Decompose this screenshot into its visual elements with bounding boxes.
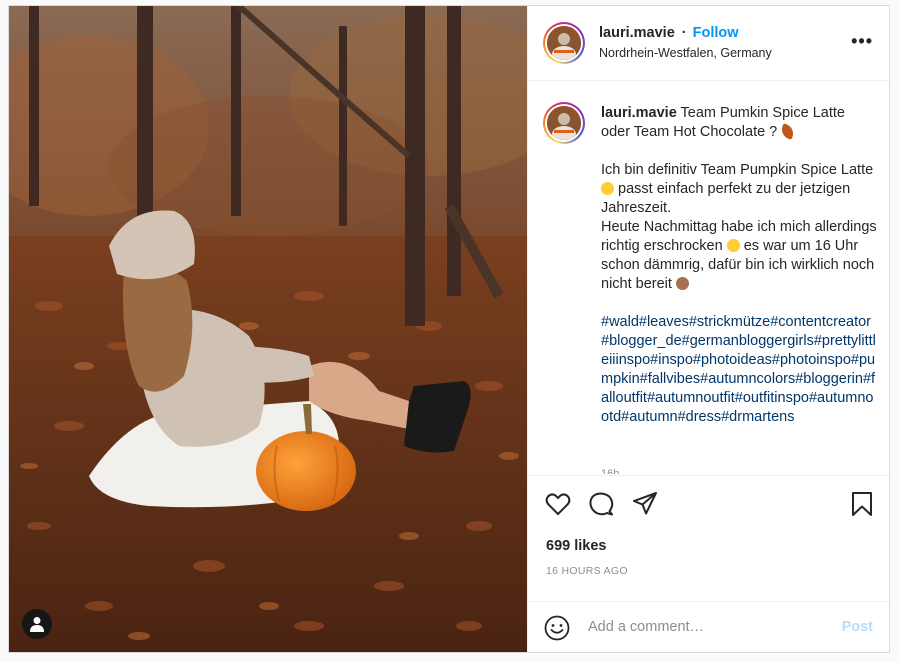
caption-paragraph-3: Heute Nachmittag habe ich mich allerding… <box>601 218 877 294</box>
post-comment-button[interactable]: Post <box>842 619 873 635</box>
avatar-image <box>547 26 581 60</box>
paper-plane-icon[interactable] <box>631 490 659 518</box>
avatar-ring <box>545 104 583 142</box>
post-caption: lauri.mavie Team Pumkin Spice Latte oder… <box>601 104 877 427</box>
header-line: lauri.mavie · Follow <box>599 25 739 41</box>
post-side-panel: lauri.mavie · Follow Nordrhein-Westfalen, … <box>527 6 889 652</box>
autumn-forest-photo <box>9 6 527 652</box>
monkey-emoji-icon <box>675 277 689 290</box>
rolling-eyes-emoji-icon <box>726 239 740 252</box>
post-timestamp[interactable]: 16 HOURS AGO <box>546 565 628 577</box>
action-bar: 699 likes 16 HOURS AGO <box>528 475 889 602</box>
smiley-icon[interactable] <box>544 615 570 641</box>
more-options-button[interactable]: ••• <box>851 32 873 50</box>
author-avatar[interactable] <box>543 22 585 64</box>
comment-icon[interactable] <box>587 490 615 518</box>
author-username[interactable]: lauri.mavie <box>599 25 675 41</box>
likes-count[interactable]: 699 likes <box>546 538 606 554</box>
caption-intro: lauri.mavie Team Pumkin Spice Latte oder… <box>601 104 877 142</box>
user-tag-button[interactable] <box>22 609 52 639</box>
heart-eyes-emoji-icon <box>601 182 614 195</box>
post-header: lauri.mavie · Follow Nordrhein-Westfalen, … <box>528 6 889 81</box>
comment-input[interactable] <box>588 616 808 638</box>
caption-paragraph-2: Ich bin definitiv Team Pumpkin Spice Lat… <box>601 161 877 218</box>
bookmark-icon[interactable] <box>848 490 876 518</box>
post-modal: lauri.mavie · Follow Nordrhein-Westfalen, … <box>8 5 890 653</box>
caption-text: passt einfach perfekt zu der jetzigen Ja… <box>601 181 851 216</box>
caption-author-avatar[interactable] <box>543 102 585 144</box>
follow-button[interactable]: Follow <box>693 25 739 41</box>
caption-hashtags[interactable]: #wald#leaves#strickmütze#contentcreator#… <box>601 313 877 427</box>
post-location[interactable]: Nordrhein-Westfalen, Germany <box>599 46 772 60</box>
caption-time: 16h <box>601 468 620 474</box>
heart-icon[interactable] <box>544 490 572 518</box>
caption-text: Ich bin definitiv Team Pumpkin Spice Lat… <box>601 162 874 178</box>
fallen-leaf-emoji-icon <box>779 123 797 140</box>
caption-username[interactable]: lauri.mavie <box>601 105 677 121</box>
avatar-image <box>547 106 581 140</box>
comments-section[interactable]: lauri.mavie Team Pumkin Spice Latte oder… <box>528 81 889 474</box>
user-tag-icon <box>30 617 44 632</box>
avatar-ring <box>545 24 583 62</box>
post-photo[interactable] <box>9 6 527 652</box>
add-comment-bar: Post <box>528 601 889 652</box>
separator-dot: · <box>681 25 687 41</box>
